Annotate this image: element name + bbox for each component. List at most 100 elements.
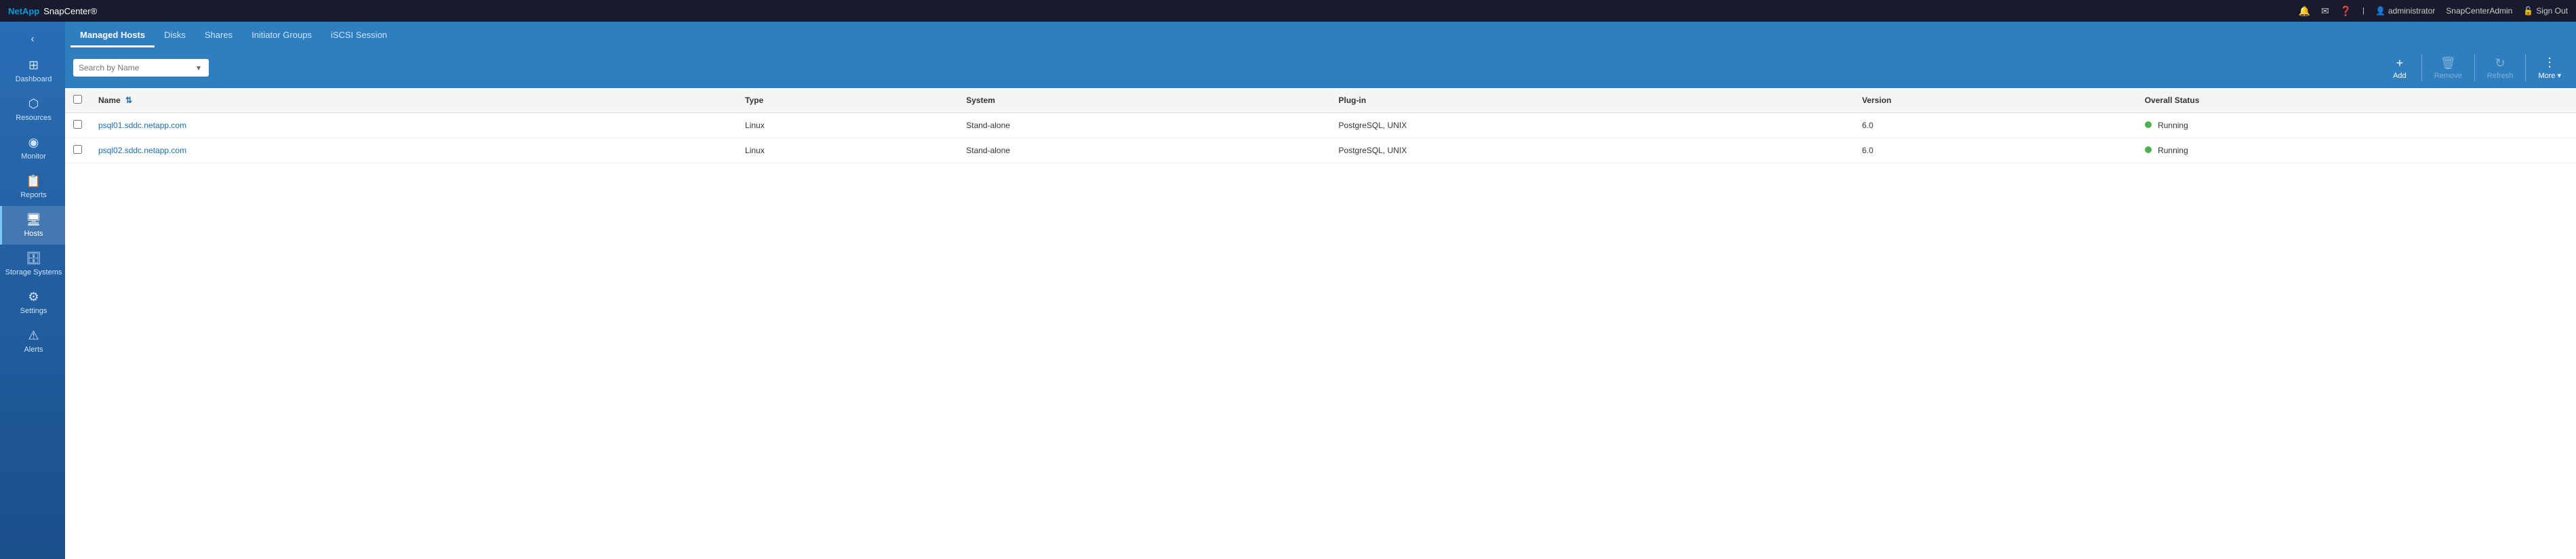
sidebar-item-hosts[interactable]: 🖥 Hosts (0, 206, 65, 245)
add-label: Add (2393, 72, 2407, 80)
netapp-wordmark: NetApp (8, 6, 39, 16)
dashboard-icon: ⊞ (28, 58, 39, 73)
remove-icon: 🗑 (2440, 56, 2456, 70)
select-all-checkbox[interactable] (73, 95, 82, 104)
divider-2 (2474, 54, 2475, 81)
hosts-table: Name ⇅ Type System Plug-in Version Overa… (65, 88, 2576, 163)
settings-icon: ⚙ (28, 290, 39, 304)
remove-label: Remove (2434, 72, 2462, 80)
table-row: psql01.sddc.netapp.com Linux Stand-alone… (65, 113, 2576, 138)
row-name-1[interactable]: psql02.sddc.netapp.com (90, 138, 737, 163)
sidebar-item-storage-systems[interactable]: 🗄 Storage Systems (0, 245, 65, 283)
search-box[interactable]: ▾ (73, 59, 209, 77)
remove-button[interactable]: 🗑 Remove (2428, 54, 2469, 83)
sidebar-label-monitor: Monitor (21, 152, 46, 161)
tab-shares[interactable]: Shares (195, 24, 242, 47)
app-name: SnapCenter® (43, 6, 97, 16)
header-checkbox-col (65, 88, 90, 113)
toolbar: ▾ + Add 🗑 Remove ↻ Refresh (65, 47, 2576, 88)
add-button[interactable]: + Add (2383, 54, 2416, 83)
reports-icon: 📋 (26, 174, 41, 188)
sidebar-label-storage: Storage Systems (5, 268, 62, 276)
storage-icon: 🗄 (26, 251, 41, 266)
row-checkbox-1[interactable] (73, 145, 82, 154)
sidebar-label-settings: Settings (20, 307, 47, 315)
row-type-1: Linux (737, 138, 958, 163)
sidebar-item-resources[interactable]: ⬡ Resources (0, 90, 65, 129)
bell-icon[interactable]: 🔔 (2299, 5, 2310, 17)
tab-iscsi-session[interactable]: iSCSI Session (321, 24, 397, 47)
sidebar-item-alerts[interactable]: ⚠ Alerts (0, 322, 65, 360)
sidebar-collapse-button[interactable]: ‹ (0, 27, 65, 51)
help-icon[interactable]: ❓ (2340, 5, 2352, 17)
header-name[interactable]: Name ⇅ (90, 88, 737, 113)
row-status-1: Running (2137, 138, 2576, 163)
sidebar-item-reports[interactable]: 📋 Reports (0, 167, 65, 206)
content-area: Name ⇅ Type System Plug-in Version Overa… (65, 88, 2576, 559)
status-dot-0 (2145, 121, 2152, 128)
username: administrator (2388, 6, 2435, 16)
signout-label: Sign Out (2536, 6, 2568, 16)
hosts-icon: 🖥 (26, 213, 41, 227)
tenant-info: SnapCenterAdmin (2446, 6, 2512, 16)
signout-icon: 🔓 (2523, 6, 2533, 16)
row-system-0: Stand-alone (958, 113, 1330, 138)
more-label: More ▾ (2538, 71, 2561, 80)
sort-icon-name[interactable]: ⇅ (125, 96, 132, 105)
row-checkbox-col (65, 138, 90, 163)
topbar-right: 🔔 ✉ ❓ | 👤 administrator SnapCenterAdmin … (2299, 5, 2569, 17)
refresh-label: Refresh (2487, 72, 2514, 80)
layout: ‹ ⊞ Dashboard ⬡ Resources ◉ Monitor 📋 Re… (0, 22, 2576, 559)
alerts-icon: ⚠ (28, 329, 39, 343)
sidebar-label-alerts: Alerts (24, 346, 43, 354)
header-type: Type (737, 88, 958, 113)
sidebar-item-settings[interactable]: ⚙ Settings (0, 283, 65, 322)
sidebar-item-monitor[interactable]: ◉ Monitor (0, 129, 65, 167)
row-type-0: Linux (737, 113, 958, 138)
header-version: Version (1854, 88, 2137, 113)
row-plugin-1: PostgreSQL, UNIX (1331, 138, 1854, 163)
sidebar-label-resources: Resources (16, 114, 52, 122)
sidebar-item-dashboard[interactable]: ⊞ Dashboard (0, 51, 65, 90)
resources-icon: ⬡ (28, 97, 39, 111)
divider-3 (2525, 54, 2526, 81)
table-header-row: Name ⇅ Type System Plug-in Version Overa… (65, 88, 2576, 113)
toolbar-right: + Add 🗑 Remove ↻ Refresh ⋮ More ▾ (2383, 53, 2568, 83)
host-link-1[interactable]: psql02.sddc.netapp.com (98, 146, 186, 155)
status-dot-1 (2145, 146, 2152, 153)
signout-button[interactable]: 🔓 Sign Out (2523, 6, 2568, 16)
header-status: Overall Status (2137, 88, 2576, 113)
tab-disks[interactable]: Disks (155, 24, 195, 47)
topbar: NetApp SnapCenter® 🔔 ✉ ❓ | 👤 administrat… (0, 0, 2576, 22)
sidebar-label-dashboard: Dashboard (16, 75, 52, 83)
tenant-name: SnapCenterAdmin (2446, 6, 2512, 16)
main-content: Managed Hosts Disks Shares Initiator Gro… (65, 22, 2576, 559)
row-plugin-0: PostgreSQL, UNIX (1331, 113, 1854, 138)
divider-1 (2421, 54, 2422, 81)
row-checkbox-0[interactable] (73, 120, 82, 129)
tab-initiator-groups[interactable]: Initiator Groups (242, 24, 321, 47)
status-text-0: Running (2158, 121, 2188, 130)
refresh-icon: ↻ (2495, 56, 2505, 70)
sidebar: ‹ ⊞ Dashboard ⬡ Resources ◉ Monitor 📋 Re… (0, 22, 65, 559)
refresh-button[interactable]: ↻ Refresh (2480, 54, 2520, 83)
host-link-0[interactable]: psql01.sddc.netapp.com (98, 121, 186, 130)
add-icon: + (2396, 56, 2404, 70)
status-text-1: Running (2158, 146, 2188, 155)
search-input[interactable] (79, 63, 190, 73)
tab-managed-hosts[interactable]: Managed Hosts (71, 24, 155, 47)
topbar-left: NetApp SnapCenter® (8, 6, 97, 16)
toolbar-left: ▾ (73, 59, 209, 77)
table-row: psql02.sddc.netapp.com Linux Stand-alone… (65, 138, 2576, 163)
app-logo: NetApp SnapCenter® (8, 6, 97, 16)
separator: | (2362, 7, 2364, 15)
filter-button[interactable]: ▾ (194, 62, 203, 74)
user-info[interactable]: 👤 administrator (2375, 6, 2435, 16)
header-system: System (958, 88, 1330, 113)
row-status-0: Running (2137, 113, 2576, 138)
more-button[interactable]: ⋮ More ▾ (2531, 53, 2568, 83)
header-name-label: Name (98, 96, 121, 105)
header-plugin: Plug-in (1331, 88, 1854, 113)
mail-icon[interactable]: ✉ (2321, 5, 2329, 17)
row-name-0[interactable]: psql01.sddc.netapp.com (90, 113, 737, 138)
